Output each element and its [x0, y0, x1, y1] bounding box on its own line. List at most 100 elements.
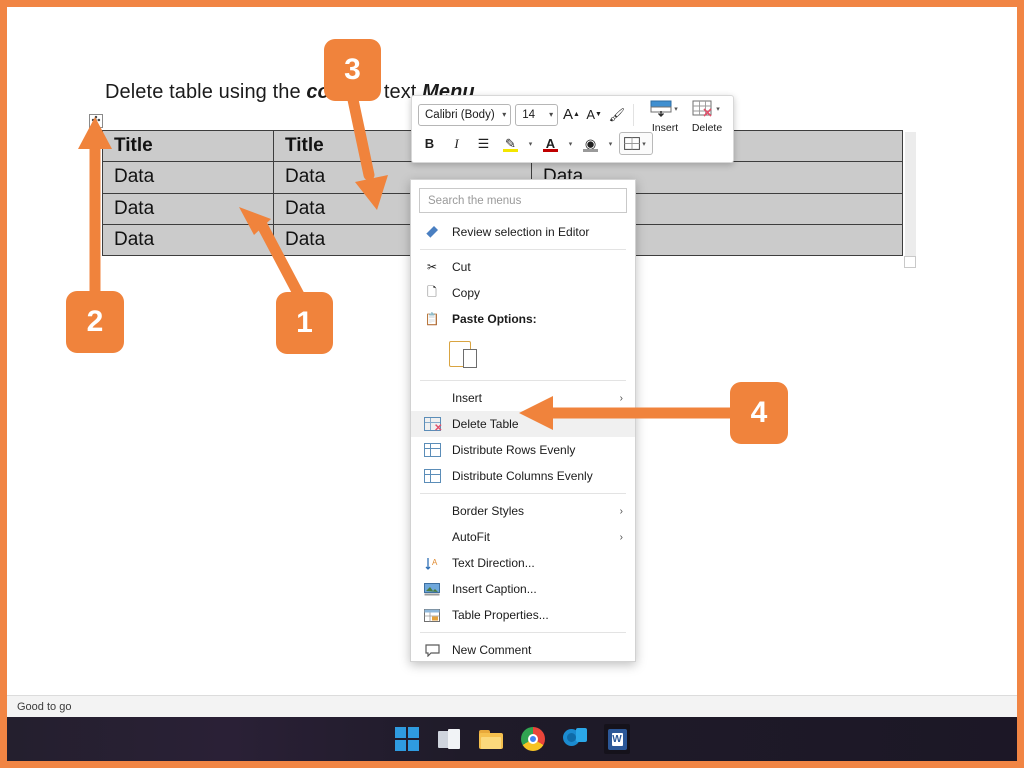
outlook-icon	[563, 728, 587, 750]
cut-icon: ✂	[426, 260, 438, 274]
shrink-font-icon[interactable]: A ▼	[585, 103, 604, 126]
table-shadow	[905, 132, 916, 256]
font-name-value: Calibri (Body)	[425, 108, 495, 121]
distribute-columns-icon	[421, 467, 443, 485]
blank-icon	[421, 502, 443, 520]
insert-delete-group: ▾ Insert ▾ Delete	[645, 96, 727, 134]
distribute-rows-icon	[421, 441, 443, 459]
word-button[interactable]: W	[604, 724, 630, 754]
text-highlight-icon[interactable]: ✎	[499, 132, 522, 155]
chrome-icon	[521, 727, 545, 751]
chevron-down-icon: ▾	[502, 110, 507, 119]
italic-button[interactable]: I	[445, 132, 468, 155]
chevron-right-icon: ›	[619, 505, 623, 517]
chevron-down-icon[interactable]: ▾	[566, 140, 575, 148]
menu-item-label: Delete Table	[452, 417, 519, 431]
menu-item-label: Text Direction...	[452, 556, 535, 570]
grow-font-icon[interactable]: A ▲	[562, 103, 581, 126]
word-icon: W	[607, 728, 627, 750]
menu-divider	[420, 380, 626, 381]
delete-label: Delete	[691, 121, 723, 134]
format-painter-icon[interactable]: 🖌	[608, 103, 627, 126]
styles-icon[interactable]: ☰	[472, 132, 495, 155]
text-direction-icon: A	[421, 554, 443, 572]
table-cell[interactable]: Data	[102, 223, 274, 257]
editor-icon	[421, 223, 443, 241]
menu-item-label: Insert	[452, 391, 483, 405]
toolbar-divider	[633, 103, 634, 126]
bold-button[interactable]: B	[418, 132, 441, 155]
menu-divider	[420, 249, 626, 250]
borders-icon[interactable]: ▾	[619, 132, 653, 155]
menu-divider	[420, 632, 626, 633]
menu-item-cut[interactable]: ✂ Cut	[411, 254, 635, 280]
menu-item-text-direction[interactable]: A Text Direction...	[411, 550, 635, 576]
mini-toolbar: Calibri (Body) ▾ 14 ▾ A ▲ A ▼ 🖌 ▾ Insert…	[411, 95, 734, 163]
word-taskbar-tile: W	[604, 724, 630, 754]
taskbar: W	[7, 717, 1017, 761]
search-input[interactable]: Search the menus	[419, 188, 627, 213]
chrome-button[interactable]	[520, 726, 546, 752]
menu-item-insert-caption[interactable]: Insert Caption...	[411, 576, 635, 602]
folder-icon	[479, 729, 503, 749]
copy-icon: 🗋	[427, 284, 437, 299]
grow-font-label: A	[562, 106, 573, 123]
menu-item-border-styles[interactable]: Border Styles ›	[411, 498, 635, 524]
table-resize-handle[interactable]	[904, 256, 916, 268]
chevron-down-icon[interactable]: ▾	[526, 140, 535, 148]
shading-icon[interactable]: ◉	[579, 132, 602, 155]
delete-table-icon: ✕	[421, 415, 443, 434]
chevron-right-icon: ›	[619, 531, 623, 543]
chevron-down-icon: ▾	[716, 105, 720, 113]
menu-item-distribute-columns-evenly[interactable]: Distribute Columns Evenly	[411, 463, 635, 489]
table-cell[interactable]: Title	[102, 129, 274, 163]
svg-text:A: A	[432, 558, 438, 567]
menu-item-label: Distribute Rows Evenly	[452, 443, 576, 457]
table-cell[interactable]: Data	[102, 161, 274, 194]
font-name-combo[interactable]: Calibri (Body) ▾	[418, 103, 512, 126]
menu-item-label: Cut	[452, 260, 471, 274]
menu-divider	[420, 493, 626, 494]
callout-badge-4: 4	[730, 382, 788, 444]
menu-item-label: Paste Options:	[452, 312, 537, 326]
font-size-value: 14	[522, 108, 536, 121]
callout-number: 2	[86, 305, 104, 338]
menu-item-label: Review selection in Editor	[452, 225, 590, 239]
table-cell[interactable]: Data	[102, 192, 274, 225]
menu-item-label: Insert Caption...	[452, 582, 537, 596]
insert-table-button[interactable]: ▾ Insert	[645, 96, 685, 134]
font-size-combo[interactable]: 14 ▾	[515, 103, 559, 126]
paste-keep-source-formatting-icon[interactable]	[449, 341, 477, 368]
callout-badge-1: 1	[276, 292, 333, 354]
menu-item-table-properties[interactable]: Table Properties...	[411, 602, 635, 628]
status-text: Good to go	[17, 700, 72, 713]
menu-item-review-selection-in-editor[interactable]: Review selection in Editor	[411, 219, 635, 245]
chevron-down-icon: ▾	[642, 140, 646, 148]
menu-item-new-comment[interactable]: New Comment	[411, 637, 635, 663]
callout-badge-2: 2	[66, 291, 124, 353]
blank-icon	[421, 528, 443, 546]
screenshot-root: Delete table using the context text Menu…	[0, 0, 1024, 768]
file-explorer-button[interactable]	[478, 726, 504, 752]
menu-item-copy[interactable]: 🗋 Copy	[411, 280, 635, 306]
insert-table-icon: ▾	[645, 96, 685, 122]
task-view-button[interactable]	[436, 726, 462, 752]
menu-item-insert[interactable]: Insert ›	[411, 385, 635, 411]
menu-item-autofit[interactable]: AutoFit ›	[411, 524, 635, 550]
insert-caption-icon	[421, 580, 443, 598]
menu-item-label: AutoFit	[452, 530, 491, 544]
outlook-button[interactable]	[562, 726, 588, 752]
start-button[interactable]	[394, 726, 420, 752]
callout-number: 4	[750, 396, 768, 429]
menu-item-distribute-rows-evenly[interactable]: Distribute Rows Evenly	[411, 437, 635, 463]
menu-item-label: Copy	[452, 286, 481, 300]
chevron-down-icon: ▾	[549, 110, 554, 119]
font-color-icon[interactable]: A	[539, 132, 562, 155]
menu-item-delete-table[interactable]: ✕ Delete Table	[411, 411, 635, 437]
app-stage: Delete table using the context text Menu…	[7, 7, 1017, 761]
chevron-down-icon[interactable]: ▾	[606, 140, 615, 148]
windows-logo-icon	[395, 727, 419, 751]
delete-table-button[interactable]: ▾ Delete	[687, 96, 727, 134]
bold-label: B	[424, 136, 435, 151]
table-move-handle-icon[interactable]: ✣	[89, 114, 103, 128]
